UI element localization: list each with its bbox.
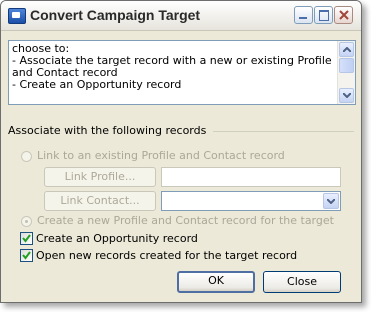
scroll-thumb[interactable] (339, 58, 354, 73)
associate-group-label: Associate with the following records (8, 124, 207, 137)
description-text: choose to: - Associate the target record… (12, 42, 332, 91)
close-button[interactable]: Close (263, 271, 341, 293)
create-new-label: Create a new Profile and Contact record … (37, 214, 334, 227)
create-opportunity-label: Create an Opportunity record (36, 232, 198, 245)
chevron-down-icon[interactable] (323, 193, 339, 209)
group-divider (213, 131, 354, 132)
convert-campaign-target-dialog: Convert Campaign Target choose to: - Ass… (0, 0, 362, 303)
create-new-radio[interactable] (21, 216, 32, 227)
open-new-records-label: Open new records created for the target … (36, 249, 298, 262)
description-textbox[interactable]: choose to: - Associate the target record… (8, 40, 356, 105)
link-profile-button[interactable]: Link Profile... (44, 167, 156, 187)
link-existing-radio[interactable] (21, 151, 32, 162)
description-scrollbar[interactable] (337, 41, 355, 104)
app-window-icon (8, 8, 26, 24)
open-new-records-checkbox[interactable] (20, 249, 33, 262)
scroll-up-icon[interactable] (339, 42, 354, 57)
window-title: Convert Campaign Target (30, 7, 201, 23)
profile-field[interactable] (161, 167, 341, 187)
ok-button[interactable]: OK (177, 271, 255, 293)
close-icon[interactable] (334, 6, 353, 24)
contact-select[interactable] (161, 191, 341, 211)
minimize-icon[interactable] (294, 6, 313, 24)
title-bar[interactable]: Convert Campaign Target (1, 1, 361, 31)
link-contact-button[interactable]: Link Contact... (44, 191, 156, 211)
maximize-icon[interactable] (314, 6, 333, 24)
link-existing-label: Link to an existing Profile and Contact … (37, 149, 285, 162)
create-opportunity-checkbox[interactable] (20, 232, 33, 245)
scroll-down-icon[interactable] (339, 88, 354, 103)
